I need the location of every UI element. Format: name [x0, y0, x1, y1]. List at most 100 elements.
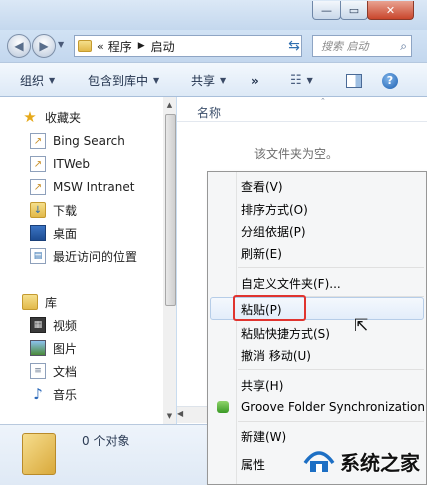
maximize-button[interactable]: ▭ [340, 1, 368, 20]
include-in-library-button[interactable]: 包含到库中 ▼ [88, 63, 159, 98]
sidebar-item-videos[interactable]: ▦ 视频 [30, 314, 77, 336]
scrollbar-thumb[interactable] [165, 114, 176, 306]
menu-item-new[interactable]: 新建(W) [241, 425, 286, 447]
sidebar-item-label: 下载 [53, 203, 78, 218]
picture-icon [30, 340, 46, 356]
sidebar-item-downloads[interactable]: ↓ 下载 [30, 199, 77, 221]
address-row: ◀ ▶ ▼ « 程序 ▶ 启动 ⇆ 搜索 启动 ⌕ [0, 30, 427, 62]
sidebar-item-label: 桌面 [53, 226, 78, 241]
menu-separator [238, 421, 424, 422]
close-button[interactable]: ✕ [367, 1, 414, 20]
preview-pane-icon [346, 73, 362, 88]
scroll-up-button[interactable]: ▲ [163, 97, 176, 113]
navigation-scrollbar[interactable]: ▲ ▼ [163, 97, 176, 424]
menu-item-properties[interactable]: 属性 [241, 453, 265, 475]
search-placeholder: 搜索 启动 [321, 40, 369, 53]
sidebar-item-desktop[interactable]: 桌面 [30, 222, 77, 244]
back-button[interactable]: ◀ [7, 34, 31, 58]
sidebar-item-label: 文档 [53, 364, 78, 379]
chevron-down-icon: ▼ [306, 76, 313, 85]
menu-item-sort-by[interactable]: 排序方式(O) [241, 198, 308, 220]
chevron-down-icon: ▼ [220, 76, 227, 85]
help-icon: ? [382, 72, 398, 89]
watermark-logo-icon [303, 451, 335, 472]
help-button[interactable]: ? [382, 63, 398, 98]
menu-item-customize-folder[interactable]: 自定义文件夹(F)... [241, 272, 341, 294]
title-bar: — ▭ ✕ [0, 0, 427, 30]
library-icon [22, 294, 38, 310]
scroll-left-button[interactable]: ◀ [177, 409, 183, 418]
sidebar-item-label: MSW Intranet [53, 180, 135, 194]
empty-folder-message: 该文件夹为空。 [254, 147, 339, 161]
breadcrumb-item-startup[interactable]: 启动 [151, 38, 175, 55]
star-icon: ★ [23, 108, 37, 126]
menu-item-paste-shortcut[interactable]: 粘贴快捷方式(S) [241, 322, 330, 344]
minimize-button[interactable]: — [312, 1, 341, 20]
video-icon: ▦ [30, 317, 46, 333]
chevron-down-icon: ▼ [153, 76, 160, 85]
document-icon: ≡ [30, 363, 46, 379]
column-name-header[interactable]: 名称 [197, 104, 221, 121]
sidebar-item-bing-search[interactable]: ↗ Bing Search [30, 130, 125, 152]
navigation-pane: ★ 收藏夹 ↗ Bing Search ↗ ITWeb ↗ MSW Intran… [0, 97, 176, 424]
menu-item-groove-sync[interactable]: Groove Folder Synchronization [241, 396, 425, 418]
breadcrumb-overflow[interactable]: « [97, 40, 104, 53]
sidebar-favorites-header[interactable]: ★ 收藏夹 [22, 106, 81, 128]
paste-highlight-box [233, 295, 306, 321]
favorite-link-icon: ↗ [30, 133, 46, 149]
menu-item-refresh[interactable]: 刷新(E) [241, 242, 282, 264]
breadcrumb-item-programs[interactable]: 程序 [108, 38, 132, 55]
refresh-button[interactable]: ⇆ [283, 35, 305, 57]
menu-item-undo-move[interactable]: 撤消 移动(U) [241, 344, 311, 366]
sidebar-item-msw-intranet[interactable]: ↗ MSW Intranet [30, 176, 134, 198]
menu-separator [238, 369, 424, 370]
share-button[interactable]: 共享 ▼ [191, 63, 226, 98]
scroll-down-button[interactable]: ▼ [163, 408, 176, 424]
view-icon: ☷ [290, 73, 302, 88]
sidebar-item-music[interactable]: ♪ 音乐 [30, 383, 77, 405]
more-commands-button[interactable]: » [251, 63, 259, 98]
downloads-folder-icon: ↓ [30, 202, 46, 218]
chevron-down-icon: ▼ [49, 76, 56, 85]
sidebar-item-recent-places[interactable]: ▤ 最近访问的位置 [30, 245, 137, 267]
sidebar-item-pictures[interactable]: 图片 [30, 337, 77, 359]
music-icon: ♪ [33, 385, 43, 403]
forward-button[interactable]: ▶ [32, 34, 56, 58]
menu-gutter [208, 172, 237, 484]
desktop-icon [30, 225, 46, 241]
folder-icon [78, 40, 92, 52]
sidebar-libraries-header[interactable]: 库 [22, 291, 57, 313]
sidebar-item-label: 最近访问的位置 [53, 249, 138, 264]
include-in-library-label: 包含到库中 [88, 74, 149, 88]
menu-separator [238, 267, 424, 268]
folder-large-icon [22, 433, 56, 475]
search-icon[interactable]: ⌕ [400, 39, 407, 54]
menu-item-share[interactable]: 共享(H) [241, 374, 283, 396]
item-count: 0 个对象 [82, 434, 130, 448]
sidebar-item-label: 图片 [53, 341, 78, 356]
command-toolbar: 组织 ▼ 包含到库中 ▼ 共享 ▼ » ☷ ▼ ? [0, 62, 427, 97]
watermark-text: 系统之家 [340, 450, 420, 475]
menu-item-group-by[interactable]: 分组依据(P) [241, 220, 306, 242]
sidebar-item-documents[interactable]: ≡ 文档 [30, 360, 77, 382]
menu-item-view[interactable]: 查看(V) [241, 175, 283, 197]
sidebar-item-label: ITWeb [53, 157, 91, 171]
forward-icon: ▶ [39, 39, 49, 53]
recent-pages-dropdown[interactable]: ▼ [58, 40, 64, 49]
share-label: 共享 [191, 74, 216, 88]
preview-pane-button[interactable] [346, 63, 362, 98]
favorite-link-icon: ↗ [30, 156, 46, 172]
sidebar-item-label: Bing Search [53, 134, 125, 148]
cursor-icon: ⇱ [354, 316, 369, 336]
back-icon: ◀ [14, 39, 24, 53]
organize-button[interactable]: 组织 ▼ [20, 63, 55, 98]
change-view-button[interactable]: ☷ ▼ [290, 63, 313, 98]
column-header: 名称 ⌃ [177, 97, 427, 122]
search-input[interactable]: 搜索 启动 ⌕ [312, 35, 412, 57]
address-bar[interactable]: « 程序 ▶ 启动 [74, 35, 302, 57]
organize-label: 组织 [20, 74, 45, 88]
sidebar-item-itweb[interactable]: ↗ ITWeb [30, 153, 90, 175]
groove-icon [217, 401, 229, 413]
sort-arrow-icon: ⌃ [320, 97, 326, 105]
breadcrumb-separator[interactable]: ▶ [138, 41, 145, 51]
